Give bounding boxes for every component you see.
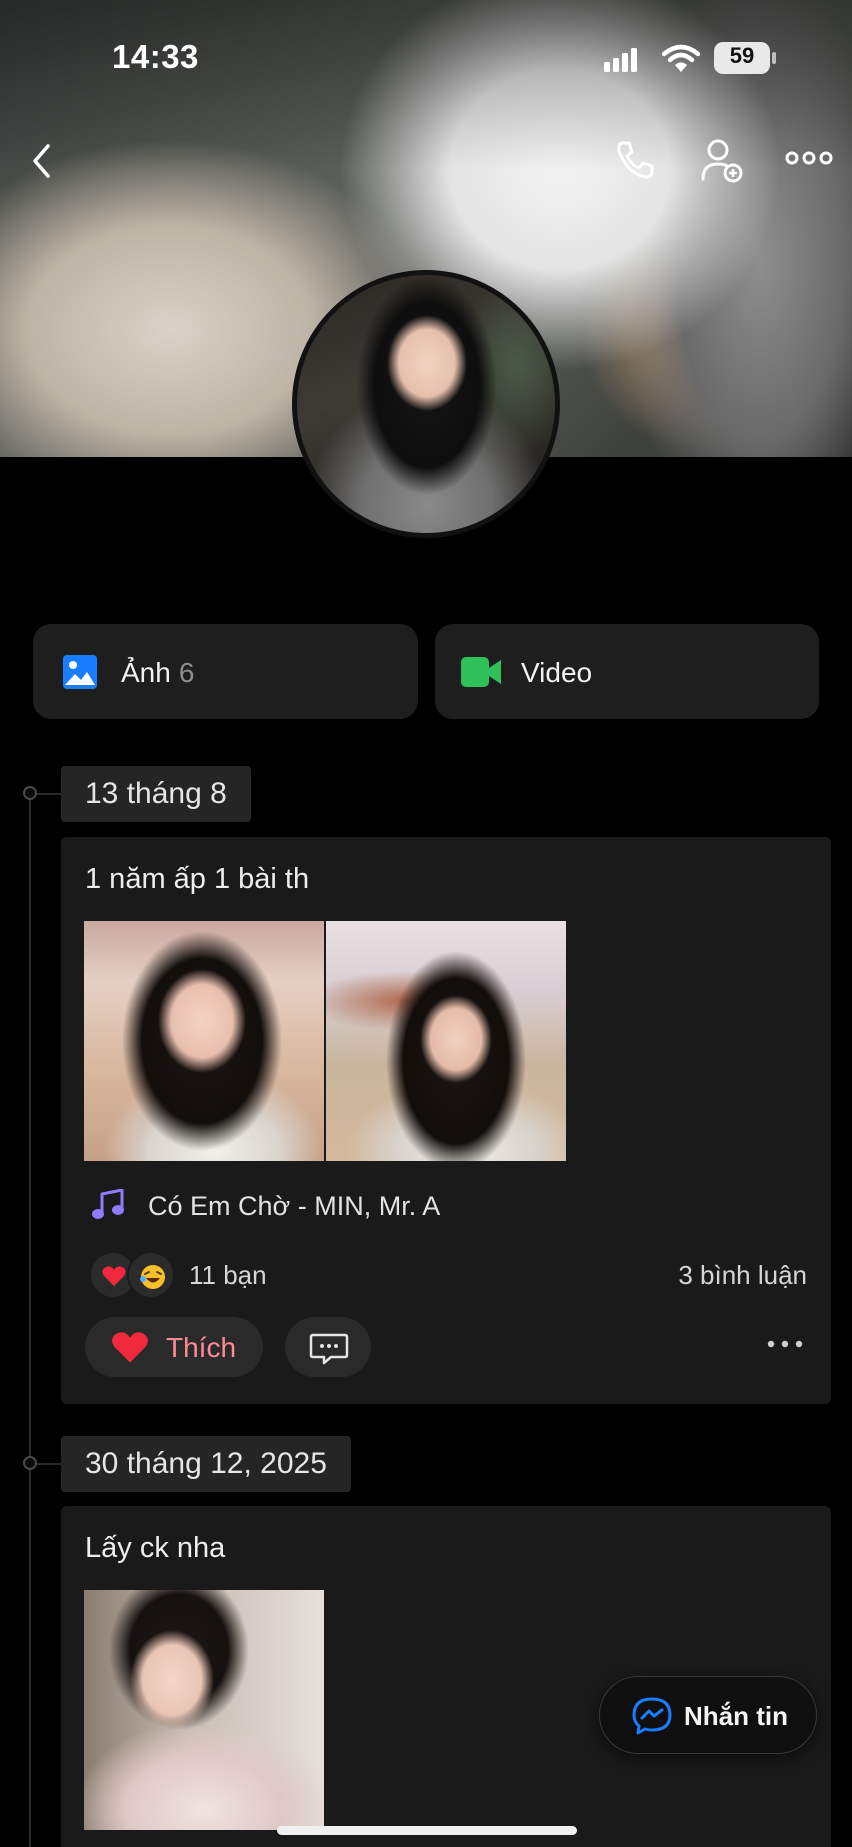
wifi-icon	[662, 44, 700, 72]
post-card[interactable]: 1 năm ấp 1 bài th Có Em Chờ - MIN, Mr. A…	[61, 837, 831, 1404]
photos-button[interactable]: Ảnh 6	[33, 624, 418, 719]
music-title: Có Em Chờ - MIN, Mr. A	[148, 1191, 441, 1221]
profile-header-actions	[0, 135, 852, 185]
comment-count[interactable]: 3 bình luận	[678, 1260, 807, 1291]
post-text: 1 năm ấp 1 bài th	[85, 863, 310, 895]
add-friend-icon[interactable]	[700, 137, 744, 183]
status-time: 14:33	[112, 38, 199, 75]
timeline-node	[23, 786, 37, 800]
phone-icon[interactable]	[614, 139, 656, 181]
chevron-left-icon[interactable]	[30, 143, 54, 179]
battery-indicator: 59	[714, 42, 776, 74]
like-button[interactable]: Thích	[85, 1317, 263, 1377]
photos-label: Ảnh	[121, 657, 171, 688]
comment-button[interactable]	[285, 1317, 371, 1377]
reaction-count[interactable]: 11 bạn	[189, 1260, 267, 1291]
more-icon[interactable]	[785, 151, 833, 165]
post-photo[interactable]	[326, 921, 566, 1161]
date-chip: 13 tháng 8	[61, 766, 251, 822]
comment-icon	[309, 1333, 349, 1365]
timeline-line	[29, 795, 31, 1847]
music-note-icon	[92, 1189, 124, 1219]
battery-level: 59	[729, 43, 755, 68]
photos-count: 6	[178, 657, 195, 688]
timeline-node	[23, 1456, 37, 1470]
profile-avatar[interactable]	[292, 270, 560, 538]
post-text: Lấy ck nha	[85, 1532, 226, 1564]
photo-icon	[63, 655, 97, 689]
post-photo[interactable]	[84, 1590, 324, 1830]
timeline-connector	[37, 793, 61, 795]
video-icon	[461, 657, 501, 687]
videos-button[interactable]: Video	[435, 624, 819, 719]
post-photo[interactable]	[84, 921, 324, 1161]
date-chip: 30 tháng 12, 2025	[61, 1436, 351, 1492]
laughing-icon	[140, 1265, 165, 1289]
timeline-connector	[37, 1463, 61, 1465]
heart-icon	[112, 1332, 148, 1363]
message-button[interactable]: Nhắn tin	[599, 1676, 817, 1754]
message-button-label: Nhắn tin	[684, 1701, 788, 1731]
cellular-signal-icon	[604, 48, 637, 72]
status-bar: 14:33 59	[0, 38, 852, 82]
heart-icon	[102, 1266, 126, 1286]
reaction-bubble	[127, 1251, 175, 1299]
like-label: Thích	[166, 1332, 237, 1363]
messenger-icon	[632, 1697, 672, 1735]
home-indicator	[277, 1826, 577, 1835]
post-more-icon[interactable]	[767, 1340, 803, 1348]
videos-label: Video	[521, 657, 593, 688]
